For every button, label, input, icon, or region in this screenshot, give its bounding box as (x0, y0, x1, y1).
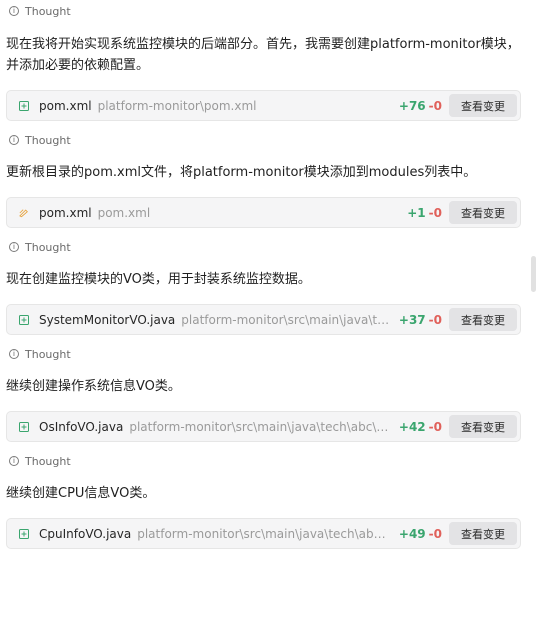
thought-toggle[interactable]: i Thought (0, 450, 530, 472)
file-path: pom.xml (97, 205, 151, 220)
thought-label: Thought (25, 240, 71, 254)
file-change-card: CpuInfoVO.java platform-monitor\src\main… (6, 518, 521, 549)
deletions-count: -0 (428, 312, 442, 327)
file-add-icon (19, 100, 29, 111)
info-icon: i (9, 349, 19, 359)
diff-stats: +1 -0 (407, 206, 442, 220)
deletions-count: -0 (428, 98, 442, 113)
thought-toggle[interactable]: i Thought (0, 129, 530, 151)
file-path: platform-monitor\pom.xml (97, 98, 257, 113)
thought-toggle[interactable]: i Thought (0, 343, 530, 365)
diff-stats: +37 -0 (399, 313, 442, 327)
file-path: platform-monitor\src\main\java\tech\abc\… (181, 312, 391, 327)
assistant-message: 现在我将开始实现系统监控模块的后端部分。首先，我需要创建platform-mon… (6, 37, 520, 73)
file-add-icon (19, 528, 29, 539)
scrollbar-thumb[interactable] (531, 256, 536, 292)
file-name[interactable]: SystemMonitorVO.java (39, 313, 175, 327)
file-name[interactable]: pom.xml (39, 206, 92, 220)
deletions-count: -0 (428, 205, 442, 220)
additions-count: +49 (398, 526, 426, 541)
file-add-icon (19, 314, 29, 325)
thought-label: Thought (25, 133, 71, 147)
thought-label: Thought (25, 347, 71, 361)
file-change-card: OsInfoVO.java platform-monitor\src\main\… (6, 411, 521, 442)
info-icon: i (9, 242, 19, 252)
diff-stats: +76 -0 (399, 99, 442, 113)
view-changes-button[interactable]: 查看变更 (449, 201, 517, 224)
file-path: platform-monitor\src\main\java\tech\abc\… (129, 419, 391, 434)
view-changes-button[interactable]: 查看变更 (449, 308, 517, 331)
diff-stats: +42 -0 (399, 420, 442, 434)
view-changes-button[interactable]: 查看变更 (449, 522, 517, 545)
file-change-card: pom.xml platform-monitor\pom.xml +76 -0 查… (6, 90, 521, 121)
assistant-message: 继续创建操作系统信息VO类。 (6, 379, 181, 394)
file-change-card: SystemMonitorVO.java platform-monitor\sr… (6, 304, 521, 335)
file-name[interactable]: pom.xml (39, 99, 92, 113)
deletions-count: -0 (428, 419, 442, 434)
file-change-card: pom.xml pom.xml +1 -0 查看变更 (6, 197, 521, 228)
additions-count: +37 (398, 312, 426, 327)
deletions-count: -0 (428, 526, 442, 541)
view-changes-button[interactable]: 查看变更 (449, 94, 517, 117)
additions-count: +1 (407, 205, 426, 220)
file-name[interactable]: OsInfoVO.java (39, 420, 123, 434)
thought-label: Thought (25, 4, 71, 18)
thought-toggle[interactable]: i Thought (0, 0, 530, 22)
file-add-icon (19, 421, 29, 432)
info-icon: i (9, 135, 19, 145)
assistant-message: 继续创建CPU信息VO类。 (6, 486, 156, 501)
info-icon: i (9, 6, 19, 16)
thought-toggle[interactable]: i Thought (0, 236, 530, 258)
file-path: platform-monitor\src\main\java\tech\abc\… (137, 526, 391, 541)
agent-activity-feed: i Thought 现在我将开始实现系统监控模块的后端部分。首先，我需要创建pl… (0, 0, 530, 549)
diff-stats: +49 -0 (399, 527, 442, 541)
info-icon: i (9, 456, 19, 466)
additions-count: +76 (398, 98, 426, 113)
file-name[interactable]: CpuInfoVO.java (39, 527, 131, 541)
view-changes-button[interactable]: 查看变更 (449, 415, 517, 438)
assistant-message: 现在创建监控模块的VO类，用于封装系统监控数据。 (6, 272, 311, 287)
additions-count: +42 (398, 419, 426, 434)
assistant-message: 更新根目录的pom.xml文件，将platform-monitor模块添加到mo… (6, 165, 477, 180)
thought-label: Thought (25, 454, 71, 468)
file-edit-icon (19, 208, 28, 217)
